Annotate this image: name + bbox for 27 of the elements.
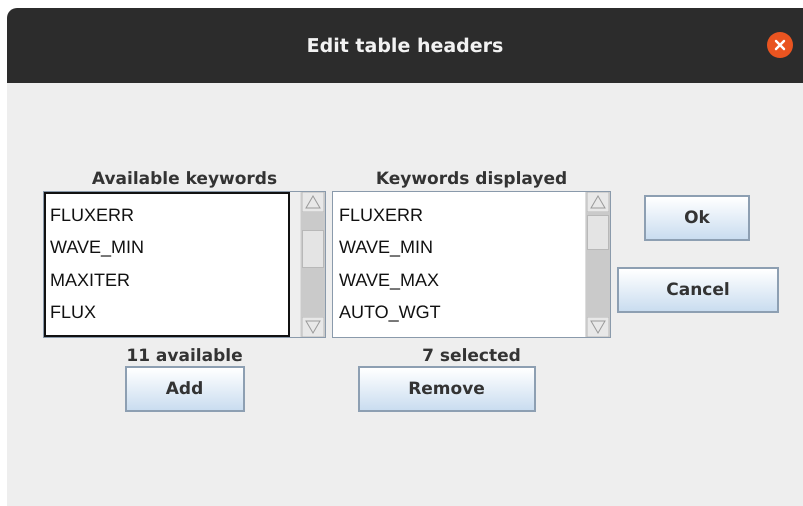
window-title: Edit table headers bbox=[306, 34, 504, 56]
list-item[interactable]: WAVE_MAX bbox=[339, 264, 579, 297]
scroll-up-icon[interactable] bbox=[302, 192, 324, 212]
scroll-down-icon[interactable] bbox=[587, 317, 609, 337]
count-label: 7 selected bbox=[422, 346, 521, 366]
list-label: Available keywords bbox=[92, 169, 278, 191]
scrollbar[interactable] bbox=[585, 192, 610, 337]
scrollbar-thumb[interactable] bbox=[302, 230, 324, 268]
close-button[interactable] bbox=[767, 32, 793, 58]
list-item[interactable]: FLUXERR bbox=[50, 200, 284, 232]
list-item[interactable]: MAXITER bbox=[50, 264, 284, 297]
scroll-down-icon[interactable] bbox=[302, 317, 324, 337]
list-item[interactable]: WAVE_MIN bbox=[50, 232, 284, 264]
list-item[interactable]: WAVE_MIN bbox=[339, 232, 579, 264]
remove-button[interactable]: Remove bbox=[358, 366, 536, 412]
list-item[interactable]: AUTO_WGT bbox=[339, 296, 579, 329]
close-icon bbox=[774, 39, 786, 51]
list-label: Keywords displayed bbox=[376, 169, 568, 191]
count-label: 11 available bbox=[126, 346, 243, 366]
list-item[interactable]: FLUXERR bbox=[339, 200, 579, 232]
ok-button[interactable]: Ok bbox=[644, 195, 750, 241]
list-item[interactable]: FLUX bbox=[50, 296, 284, 329]
scrollbar-thumb[interactable] bbox=[587, 215, 609, 250]
scrollbar[interactable] bbox=[300, 192, 325, 337]
add-button[interactable]: Add bbox=[124, 366, 244, 412]
cancel-button[interactable]: Cancel bbox=[617, 267, 779, 313]
scroll-up-icon[interactable] bbox=[587, 192, 609, 212]
